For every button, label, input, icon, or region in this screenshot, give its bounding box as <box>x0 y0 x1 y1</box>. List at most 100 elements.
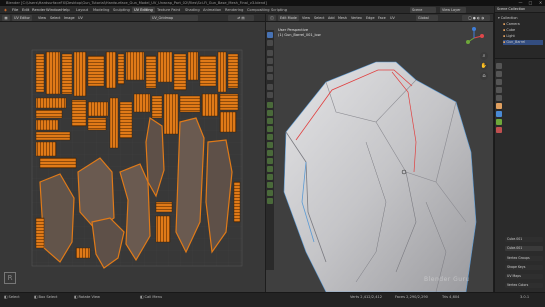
status-verts: Verts 2,412/2,412 <box>350 295 383 299</box>
editor-type-3d-icon[interactable]: ◫ <box>268 15 276 21</box>
render-props-tab-icon[interactable] <box>496 71 502 77</box>
navigation-gizmo-icon[interactable] <box>462 26 486 50</box>
rotate-tool-icon[interactable] <box>267 58 273 64</box>
shading-mode-icons[interactable]: ◯ ● ◐ ◑ <box>462 15 490 21</box>
select-box-tool-icon[interactable] <box>267 32 273 38</box>
scale-tool-icon[interactable] <box>267 66 273 72</box>
status-call-menu: ◧ Call Menu <box>140 295 163 299</box>
editor-type-icon[interactable]: ▦ <box>2 15 10 21</box>
viewport-toolbar <box>266 30 274 270</box>
viewport-canvas[interactable]: User Perspective (1) Gun_Barrel_001_low … <box>266 22 493 292</box>
loop-cut-tool-icon[interactable] <box>267 134 273 140</box>
vp-menu-uv[interactable]: UV <box>390 15 395 21</box>
props-object-name[interactable]: Cube.001 <box>505 237 543 242</box>
tab-uv-editing[interactable]: UV Editing <box>132 7 155 13</box>
props-shape-keys[interactable]: Shape Keys <box>505 265 543 270</box>
pan-view-icon[interactable]: ✋ <box>480 62 488 70</box>
vp-menu-edge[interactable]: Edge <box>366 15 375 21</box>
outliner-title: Scene Collection <box>497 7 526 11</box>
zoom-view-icon[interactable]: ⌕ <box>480 52 488 60</box>
properties-panel: Cube.001 Cube.001 Vertex Groups Shape Ke… <box>494 58 545 292</box>
uv-menu-select[interactable]: Select <box>50 15 60 21</box>
scene-selector[interactable]: Scene <box>410 7 436 13</box>
shrink-fatten-tool-icon[interactable] <box>267 182 273 188</box>
world-props-tab-icon[interactable] <box>496 95 502 101</box>
outliner-item-camera[interactable]: ▪ Camera <box>503 22 520 27</box>
camera-view-icon[interactable]: ⌂ <box>480 72 488 80</box>
watermark-text: Blender Guru <box>424 276 470 283</box>
mesh-data-props-tab-icon[interactable] <box>496 119 502 125</box>
extrude-tool-icon[interactable] <box>267 110 273 116</box>
add-cube-tool-icon[interactable] <box>267 102 273 108</box>
menu-help[interactable]: Help <box>59 6 72 14</box>
scene-props-tab-icon[interactable] <box>496 87 502 93</box>
top-menubar: ◈ File Edit Render Window Help Layout Mo… <box>0 6 545 14</box>
smooth-tool-icon[interactable] <box>267 166 273 172</box>
edge-slide-tool-icon[interactable] <box>267 174 273 180</box>
tab-layout[interactable]: Layout <box>74 7 90 13</box>
vp-menu-mesh[interactable]: Mesh <box>338 15 347 21</box>
tab-modeling[interactable]: Modeling <box>91 7 111 13</box>
bevel-tool-icon[interactable] <box>267 126 273 132</box>
cursor-tool-icon[interactable] <box>267 40 273 46</box>
status-faces: Faces 2,290/2,290 <box>395 295 428 299</box>
props-data-name-field[interactable]: Cube.001 <box>505 246 543 251</box>
annotate-tool-icon[interactable] <box>267 84 273 90</box>
uv-mode-dropdown[interactable]: UV Editor <box>12 15 32 21</box>
move-tool-icon[interactable] <box>267 50 273 56</box>
vp-menu-select[interactable]: Select <box>314 15 324 21</box>
tab-shading[interactable]: Shading <box>183 7 202 13</box>
material-props-tab-icon[interactable] <box>496 127 502 133</box>
status-version: 3.0.1 <box>520 295 530 299</box>
uv-menu-image[interactable]: Image <box>64 15 75 21</box>
outliner-item-collection[interactable]: ▾ Collection <box>498 16 518 21</box>
outliner-item-gun-barrel[interactable]: ▪ Gun_Barrel <box>503 40 543 45</box>
props-vertex-groups[interactable]: Vertex Groups <box>505 256 543 261</box>
uv-layout-svg <box>0 22 265 292</box>
transform-tool-icon[interactable] <box>267 74 273 80</box>
status-bar: ◧ Select ◧ Box Select ◧ Rotate View ◧ Ca… <box>0 292 545 307</box>
object-props-tab-icon[interactable] <box>496 103 502 109</box>
vp-menu-vertex[interactable]: Vertex <box>351 15 362 21</box>
mode-dropdown[interactable]: Edit Mode <box>278 15 299 21</box>
tab-animation[interactable]: Animation <box>201 7 223 13</box>
blender-logo-icon[interactable]: ◈ <box>2 6 9 14</box>
props-uv-maps[interactable]: UV Maps <box>505 274 543 279</box>
uv-menu-view[interactable]: View <box>38 15 46 21</box>
transform-orientation-dropdown[interactable]: Global <box>416 15 438 21</box>
window-title: Blender [C:\Users\HardsurfaceFX\Desktop\… <box>6 1 267 5</box>
outliner-item-light[interactable]: ▪ Light <box>503 34 515 39</box>
props-vertex-colors[interactable]: Vertex Colors <box>505 283 543 288</box>
vp-menu-view[interactable]: View <box>302 15 310 21</box>
uv-sync-toggle[interactable]: ⇄ ▤ <box>228 15 254 21</box>
menu-file[interactable]: File <box>10 6 20 14</box>
spin-tool-icon[interactable] <box>267 158 273 164</box>
mesh-render-svg <box>266 22 493 292</box>
uv-editor-canvas[interactable]: R <box>0 22 265 292</box>
rip-region-tool-icon[interactable] <box>267 198 273 204</box>
outliner-item-cube[interactable]: ▪ Cube <box>503 28 515 33</box>
tab-sculpting[interactable]: Sculpting <box>111 7 132 13</box>
vp-menu-add[interactable]: Add <box>328 15 335 21</box>
inset-tool-icon[interactable] <box>267 118 273 124</box>
tutorial-logo-icon: R <box>4 272 16 284</box>
vp-menu-face[interactable]: Face <box>378 15 386 21</box>
uv-menu-uv[interactable]: UV <box>78 15 83 21</box>
tab-compositing[interactable]: Compositing <box>245 7 272 13</box>
outliner-panel: Scene Collection ▾ Collection ▪ Camera ▪… <box>494 6 545 58</box>
viewport-header: ◫ Edit Mode View Select Add Mesh Vertex … <box>266 14 493 22</box>
image-selector[interactable]: UV_Gridmap <box>150 15 198 21</box>
modifier-props-tab-icon[interactable] <box>496 111 502 117</box>
status-tris: Tris 4,604 <box>442 295 460 299</box>
measure-tool-icon[interactable] <box>267 92 273 98</box>
tab-rendering[interactable]: Rendering <box>223 7 245 13</box>
tool-props-tab-icon[interactable] <box>496 63 502 69</box>
knife-tool-icon[interactable] <box>267 142 273 148</box>
poly-build-tool-icon[interactable] <box>267 150 273 156</box>
view-layer-selector[interactable]: View Layer <box>440 7 466 13</box>
shear-tool-icon[interactable] <box>267 190 273 196</box>
output-props-tab-icon[interactable] <box>496 79 502 85</box>
uv-editor-header: ▦ UV Editor View Select Image UV UV_Grid… <box>0 14 265 22</box>
tab-texture-paint[interactable]: Texture Paint <box>155 7 182 13</box>
tab-scripting[interactable]: Scripting <box>269 7 289 13</box>
